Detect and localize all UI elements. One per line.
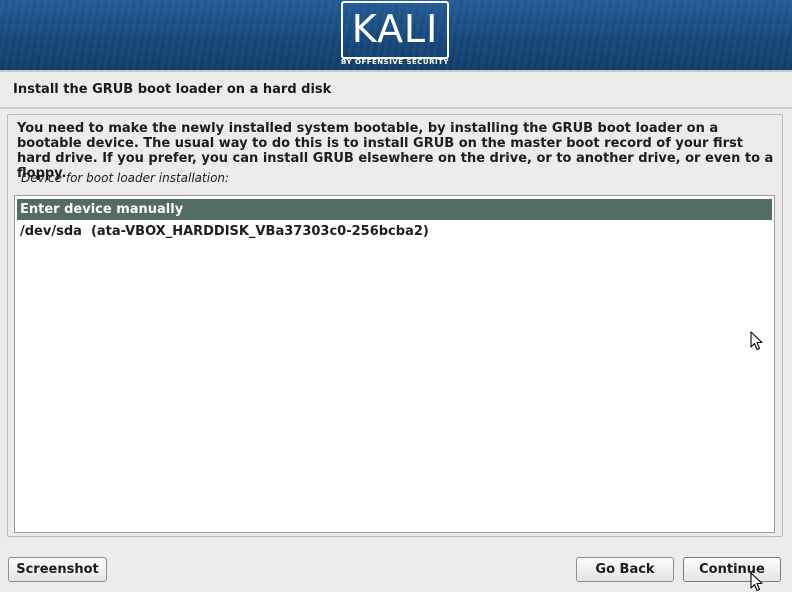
mouse-pointer-icon-secondary [750,572,763,592]
mouse-pointer-icon [750,331,763,351]
logo-brand-text: KALI [351,7,439,51]
list-item-enter-manually[interactable]: Enter device manually [17,199,772,220]
device-field-label: Device for boot loader installation: [21,171,230,185]
banner-divider [0,70,792,72]
logo-tagline: BY OFFENSIVE SECURITY [341,58,449,66]
title-divider [0,107,792,109]
go-back-button[interactable]: Go Back [576,557,674,582]
screenshot-button[interactable]: Screenshot [8,557,107,582]
device-list[interactable]: Enter device manually /dev/sda (ata-VBOX… [14,195,775,533]
continue-button[interactable]: Continue [683,557,781,582]
kali-logo: KALI BY OFFENSIVE SECURITY [341,1,449,67]
header-banner: KALI BY OFFENSIVE SECURITY [0,0,792,70]
list-item-dev-sda[interactable]: /dev/sda (ata-VBOX_HARDDISK_VBa37303c0-2… [17,221,772,242]
page-title: Install the GRUB boot loader on a hard d… [13,82,332,97]
